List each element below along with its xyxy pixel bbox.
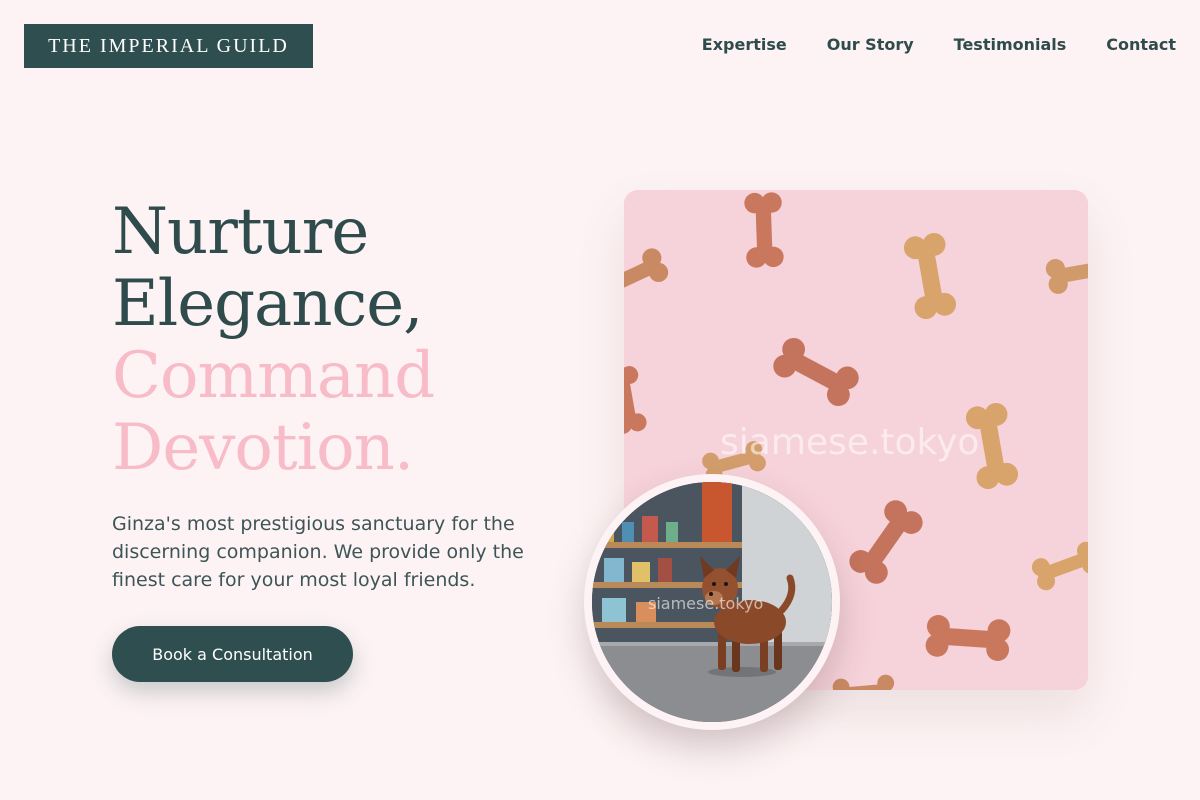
nav-item-contact[interactable]: Contact [1106,34,1176,56]
brand-logo-text: THE IMPERIAL GUILD [48,34,289,57]
book-consultation-button[interactable]: Book a Consultation [112,626,353,682]
nav-item-expertise[interactable]: Expertise [702,34,787,56]
hero-headline: Nurture Elegance, Command Devotion. [112,195,435,485]
headline-line-elegance: Elegance, [112,267,423,341]
hero-description: Ginza's most prestigious sanctuary for t… [112,513,524,591]
brand-logo[interactable]: THE IMPERIAL GUILD [24,24,313,68]
headline-line-nurture: Nurture [112,195,369,269]
headline-line-devotion: Devotion. [112,411,414,485]
headline-line-command: Command [112,339,435,413]
main-nav: Expertise Our Story Testimonials Contact [702,34,1176,56]
puppy-illustration [592,482,832,722]
nav-item-testimonials[interactable]: Testimonials [954,34,1067,56]
nav-item-our-story[interactable]: Our Story [827,34,914,56]
puppy-in-shop-photo: siamese.tokyo [584,474,840,730]
